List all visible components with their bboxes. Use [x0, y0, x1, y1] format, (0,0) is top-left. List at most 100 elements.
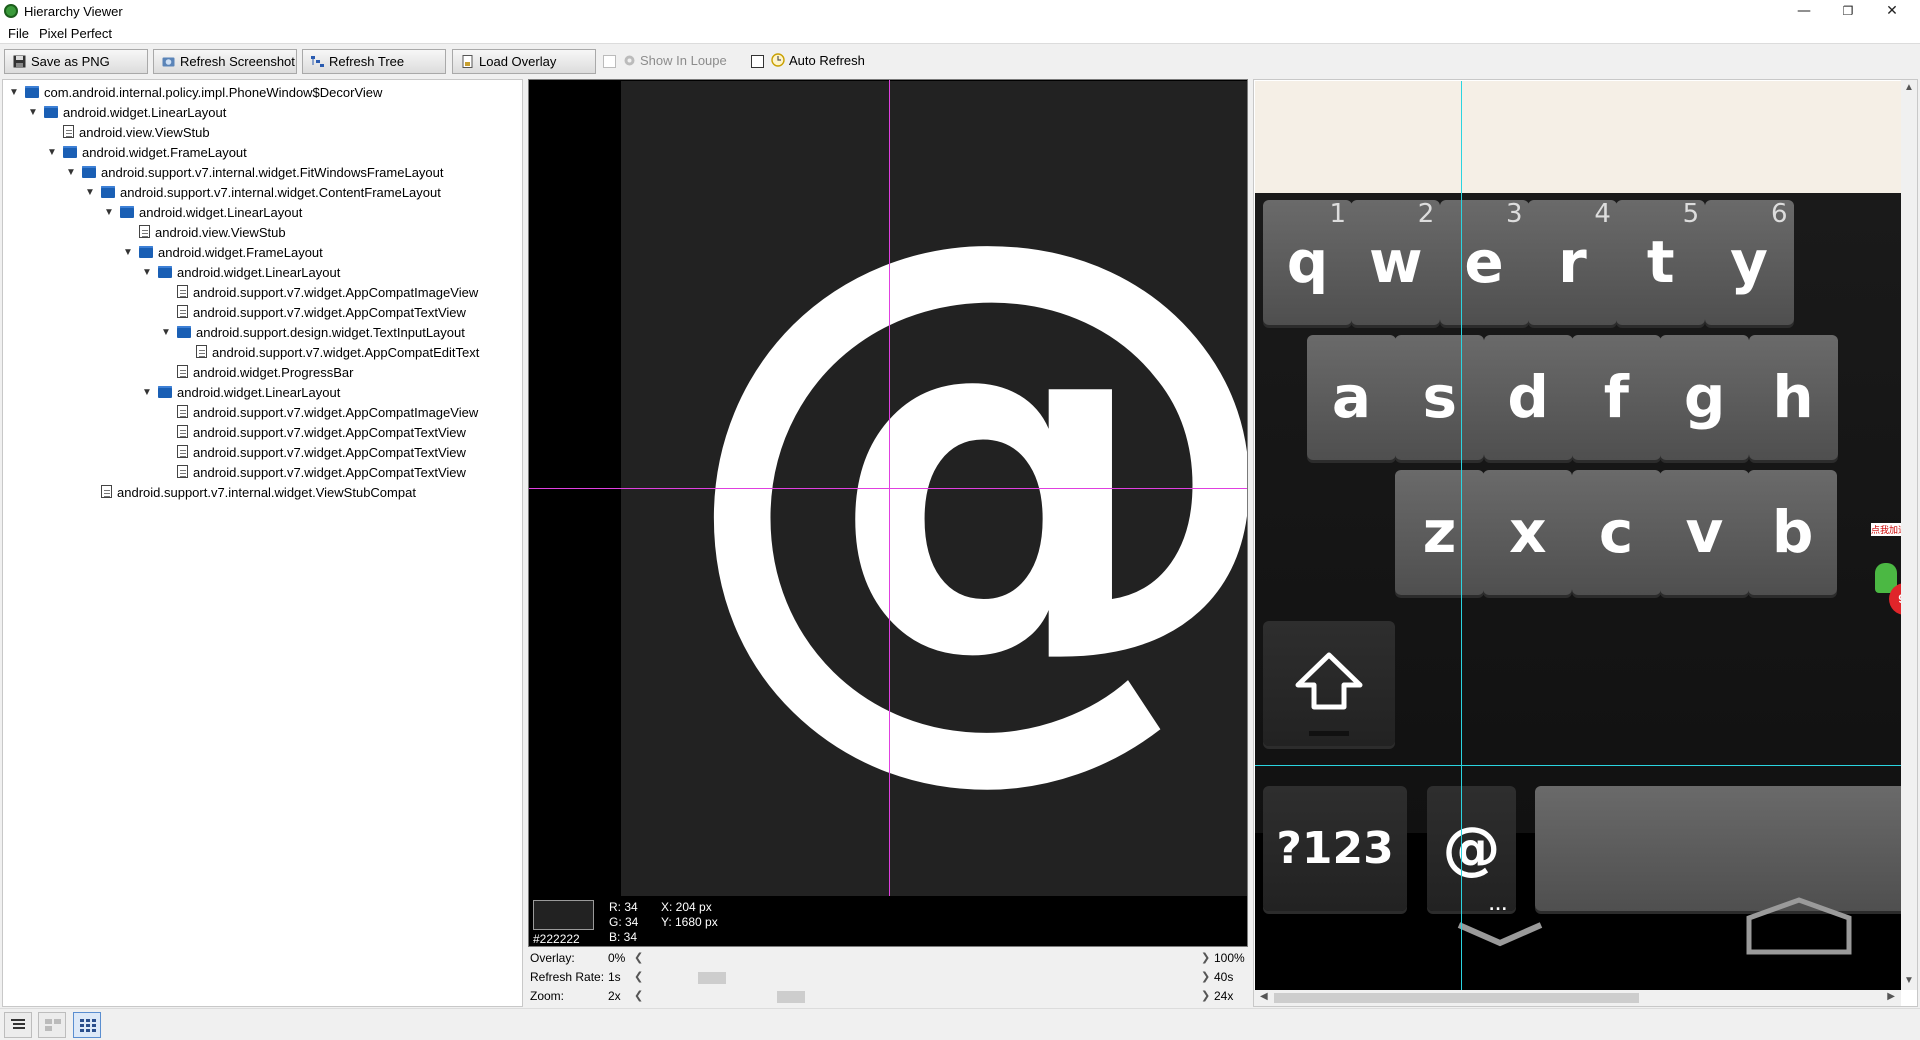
tree-view-button[interactable]	[4, 1012, 32, 1038]
grid-view-button[interactable]	[73, 1012, 101, 1038]
tree-node[interactable]: ▼ android.widget.FrameLayout	[47, 144, 247, 164]
zoom-slider[interactable]	[646, 991, 1196, 1003]
symbols-key[interactable]: ?123	[1263, 786, 1407, 911]
view-hierarchy-tree[interactable]: ▼ com.android.internal.policy.impl.PhoneW…	[2, 79, 523, 1007]
split-view-button[interactable]	[38, 1012, 66, 1038]
at-key-more-dots: ...	[1489, 898, 1508, 914]
expand-toggle-icon[interactable]: ▼	[161, 324, 171, 342]
show-in-loupe-checkbox[interactable]	[603, 55, 616, 68]
tree-node[interactable]: ▼ android.support.v7.internal.widget.FitW…	[66, 164, 444, 184]
tree-node[interactable]: ▼android.support.v7.widget.AppCompatImag…	[161, 284, 478, 304]
zoom-increase-arrow[interactable]: ❯	[1201, 989, 1210, 1002]
tree-node[interactable]: ▼ android.widget.LinearLayout	[28, 104, 226, 124]
key-hint-number: 3	[1506, 199, 1523, 229]
accelerator-label: 点我加速	[1871, 523, 1901, 536]
tree-node[interactable]: ▼android.support.v7.internal.widget.View…	[85, 484, 416, 504]
tree-node[interactable]: ▼ android.widget.LinearLayout	[104, 204, 302, 224]
device-horizontal-scrollbar[interactable]: ◀ ▶	[1254, 990, 1901, 1006]
overlay-image-icon	[462, 55, 473, 68]
scroll-left-arrow-icon[interactable]: ◀	[1260, 991, 1268, 1002]
close-button[interactable]: ✕	[1870, 0, 1914, 24]
expand-toggle-icon[interactable]: ▼	[28, 104, 38, 122]
key-q[interactable]: q1	[1263, 199, 1352, 325]
save-as-png-button[interactable]: Save as PNG	[4, 49, 148, 74]
tree-node[interactable]: ▼android.support.v7.widget.AppCompatEdit…	[180, 344, 479, 364]
floating-accelerator-badge[interactable]: 点我加速 90	[1871, 523, 1901, 615]
nav-home-icon[interactable]	[1745, 896, 1853, 956]
tree-node[interactable]: ▼ android.widget.FrameLayout	[123, 244, 323, 264]
horizontal-scroll-thumb[interactable]	[1274, 993, 1639, 1003]
expand-toggle-icon[interactable]: ▼	[9, 84, 19, 102]
tree-node[interactable]: ▼ com.android.internal.policy.impl.PhoneW…	[9, 84, 382, 104]
tree-node[interactable]: ▼ android.widget.LinearLayout	[142, 384, 340, 404]
expand-toggle-icon[interactable]: ▼	[142, 264, 152, 282]
tree-refresh-icon	[311, 56, 324, 67]
expand-toggle-icon[interactable]: ▼	[66, 164, 76, 182]
refresh-screenshot-button[interactable]: Refresh Screenshot	[153, 49, 297, 74]
zoom-decrease-arrow[interactable]: ❮	[634, 989, 643, 1002]
expand-toggle-icon[interactable]: ▼	[123, 244, 133, 262]
tree-node-label: android.widget.LinearLayout	[177, 265, 341, 280]
zoom-slider-thumb[interactable]	[777, 991, 805, 1003]
key-d[interactable]: d	[1483, 335, 1573, 460]
tree-node-label: android.widget.FrameLayout	[158, 245, 323, 260]
overlay-slider[interactable]	[646, 953, 1196, 965]
device-screenshot-panel[interactable]: ?123 @ ... q1w2e3r4t5y6 asdfgh zxcvb 点我加速 …	[1253, 79, 1918, 1007]
shift-key[interactable]	[1263, 621, 1395, 746]
key-w[interactable]: w2	[1351, 199, 1441, 325]
key-b[interactable]: b	[1748, 470, 1838, 595]
key-c[interactable]: c	[1571, 470, 1661, 595]
key-f[interactable]: f	[1571, 335, 1661, 460]
key-r[interactable]: r4	[1527, 199, 1617, 325]
key-s[interactable]: s	[1395, 335, 1485, 460]
auto-refresh-text: Auto Refresh	[789, 53, 865, 68]
expand-toggle-icon[interactable]: ▼	[47, 144, 57, 162]
menu-file[interactable]: File	[8, 26, 29, 41]
tree-node[interactable]: ▼android.support.v7.widget.AppCompatText…	[161, 424, 466, 444]
overlay-decrease-arrow[interactable]: ❮	[634, 951, 643, 964]
refresh-rate-slider[interactable]	[646, 972, 1196, 984]
key-v[interactable]: v	[1659, 470, 1749, 595]
tree-node[interactable]: ▼ android.support.v7.internal.widget.Cont…	[85, 184, 441, 204]
key-t[interactable]: t5	[1616, 199, 1706, 325]
key-g[interactable]: g	[1660, 335, 1750, 460]
scroll-up-arrow-icon[interactable]: ▲	[1904, 82, 1914, 93]
refresh-rate-slider-thumb[interactable]	[698, 972, 726, 984]
pixel-loupe[interactable]: @ #222222 R: 34 G: 34 B: 34 X: 204 px Y:…	[528, 79, 1248, 947]
menu-pixel-perfect[interactable]: Pixel Perfect	[39, 26, 112, 41]
scroll-down-arrow-icon[interactable]: ▼	[1904, 975, 1914, 986]
file-icon	[177, 425, 188, 438]
refresh-tree-button[interactable]: Refresh Tree	[302, 49, 446, 74]
overlay-increase-arrow[interactable]: ❯	[1201, 951, 1210, 964]
tree-node[interactable]: ▼android.view.ViewStub	[47, 124, 210, 144]
key-h[interactable]: h	[1748, 335, 1838, 460]
key-a[interactable]: a	[1307, 335, 1396, 460]
device-vertical-scrollbar[interactable]: ▲ ▼	[1901, 80, 1917, 990]
expand-toggle-icon[interactable]: ▼	[85, 184, 95, 202]
tree-node[interactable]: ▼android.support.v7.widget.AppCompatText…	[161, 444, 466, 464]
refresh-rate-increase-arrow[interactable]: ❯	[1201, 970, 1210, 983]
refresh-rate-decrease-arrow[interactable]: ❮	[634, 970, 643, 983]
nav-back-chevron-icon[interactable]	[1455, 919, 1545, 949]
load-overlay-button[interactable]: Load Overlay	[452, 49, 596, 74]
tree-node[interactable]: ▼android.view.ViewStub	[123, 224, 286, 244]
expand-toggle-icon[interactable]: ▼	[142, 384, 152, 402]
at-key[interactable]: @ ...	[1427, 786, 1516, 914]
key-y[interactable]: y6	[1704, 199, 1794, 325]
tree-node[interactable]: ▼ android.widget.LinearLayout	[142, 264, 340, 284]
tree-node[interactable]: ▼android.support.v7.widget.AppCompatImag…	[161, 404, 478, 424]
space-key[interactable]	[1535, 786, 1901, 911]
key-z[interactable]: z	[1395, 470, 1484, 595]
key-x[interactable]: x	[1483, 470, 1573, 595]
key-e[interactable]: e3	[1439, 199, 1529, 325]
tree-node[interactable]: ▼android.widget.ProgressBar	[161, 364, 353, 384]
minimize-button[interactable]: —	[1782, 0, 1826, 24]
tree-node[interactable]: ▼android.support.v7.widget.AppCompatText…	[161, 304, 466, 324]
tree-node[interactable]: ▼android.support.v7.widget.AppCompatText…	[161, 464, 466, 484]
tree-node[interactable]: ▼ android.support.design.widget.TextInput…	[161, 324, 465, 344]
auto-refresh-checkbox[interactable]	[751, 55, 764, 68]
expand-toggle-icon[interactable]: ▼	[104, 204, 114, 222]
scroll-right-arrow-icon[interactable]: ▶	[1887, 991, 1895, 1002]
maximize-button[interactable]: ❐	[1826, 0, 1870, 24]
device-screenshot[interactable]: ?123 @ ... q1w2e3r4t5y6 asdfgh zxcvb 点我加速 …	[1255, 81, 1901, 990]
